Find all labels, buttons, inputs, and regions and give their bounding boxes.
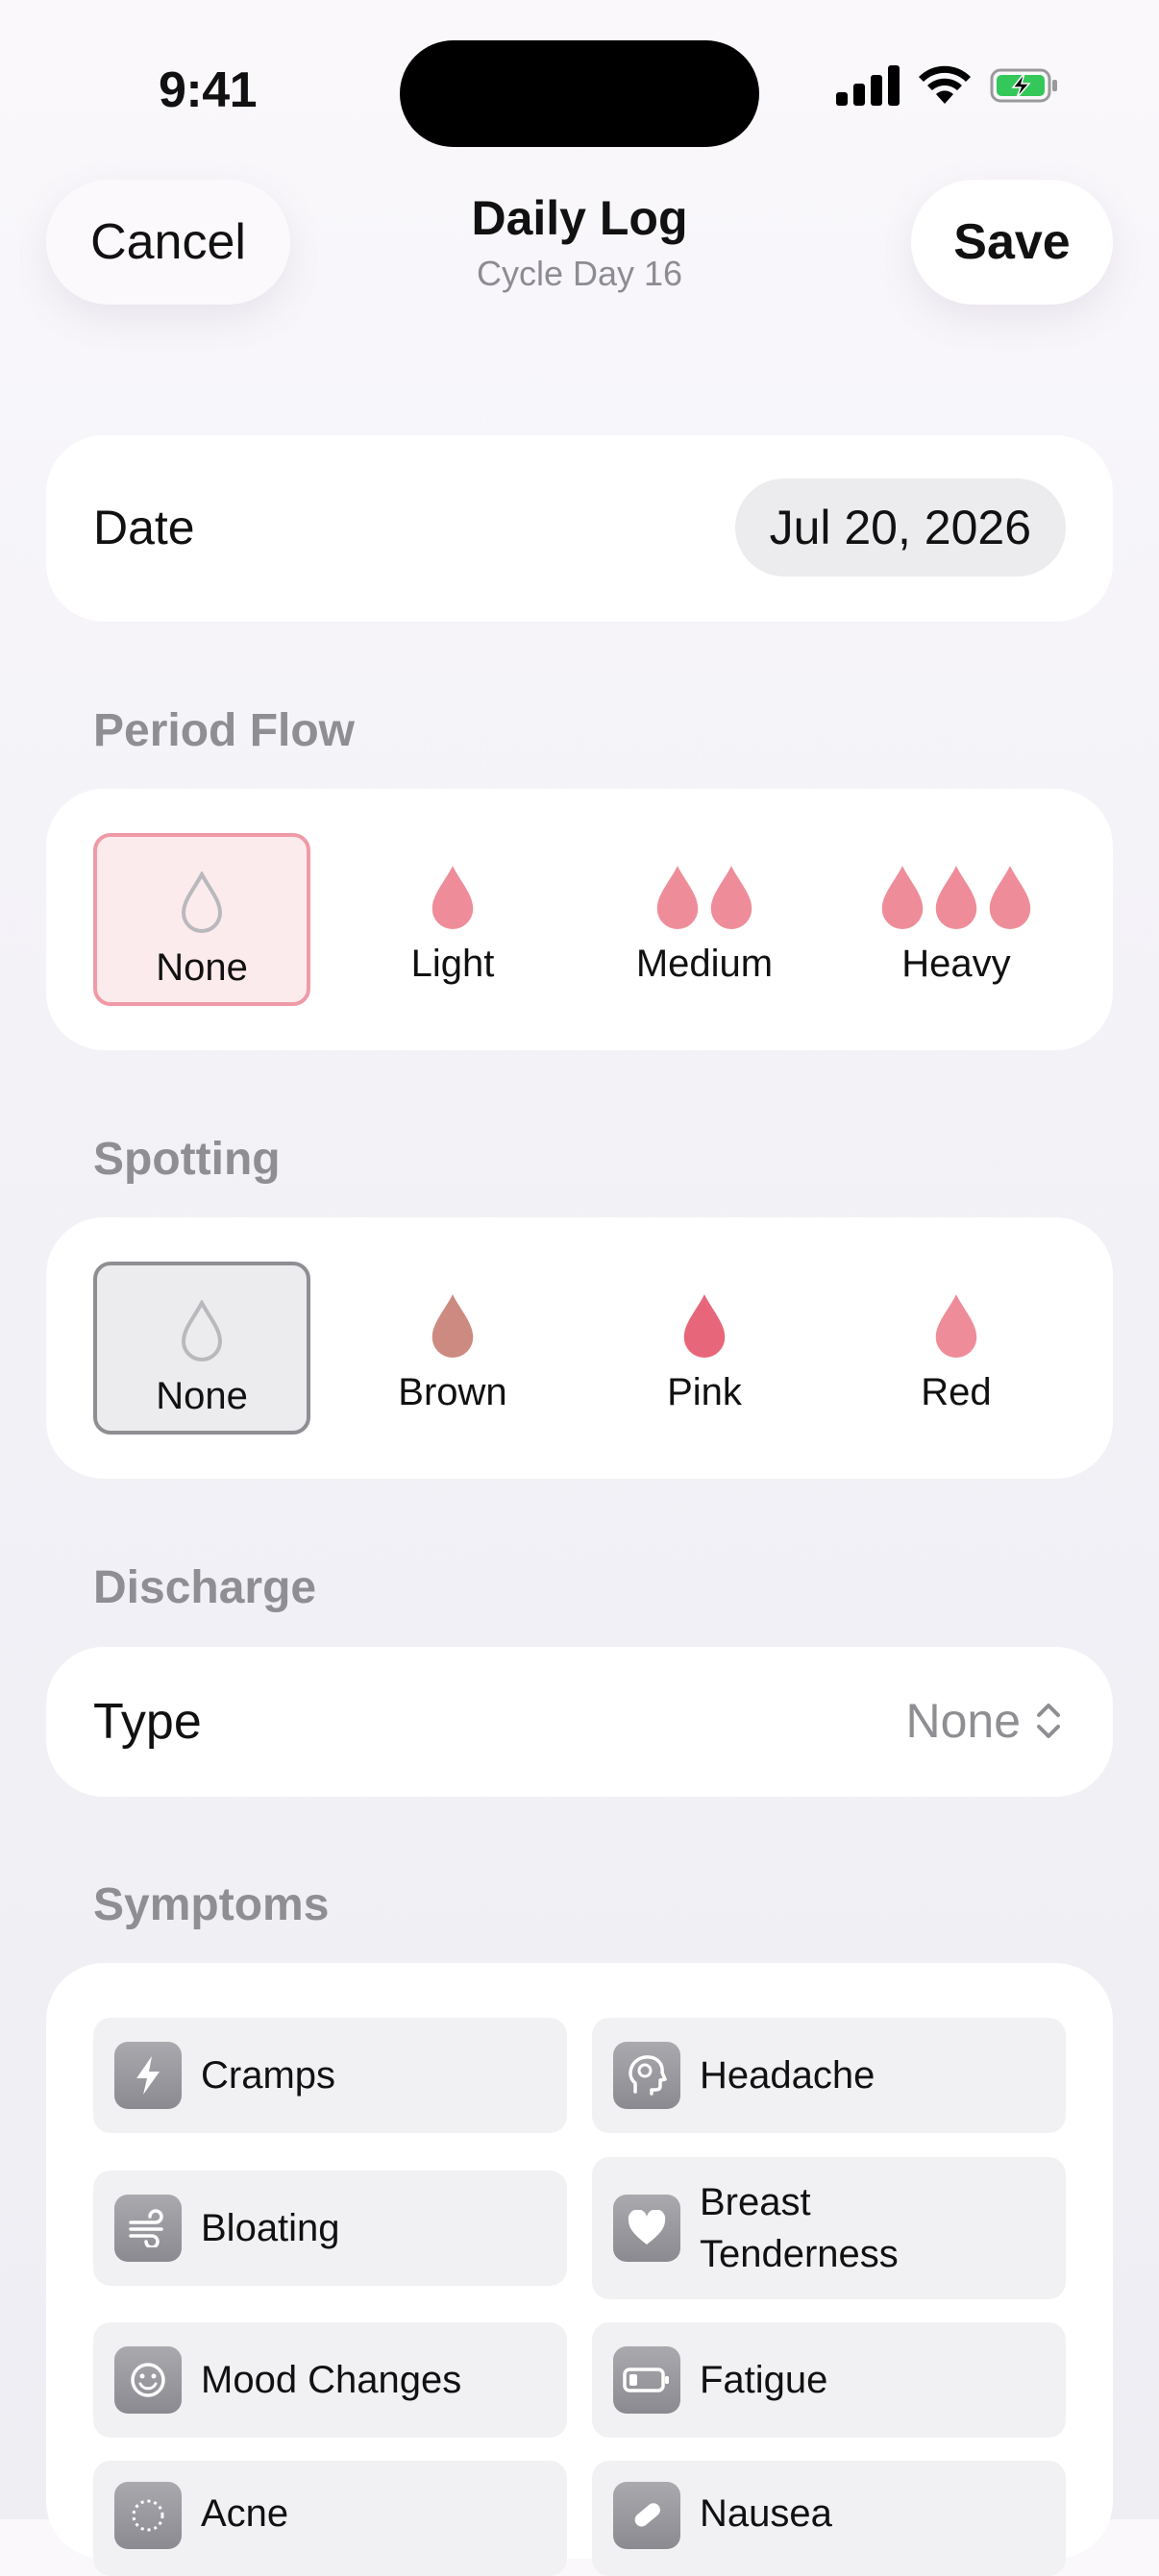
- flow-option-heavy[interactable]: Heavy: [848, 833, 1065, 1006]
- symptom-label: Bloating: [201, 2207, 340, 2249]
- discharge-type-label: Type: [93, 1694, 202, 1750]
- discharge-type-value: None: [905, 1694, 1021, 1748]
- three-drops-icon: [879, 858, 1033, 929]
- date-label: Date: [93, 501, 195, 554]
- symptom-label: Breast Tenderness: [700, 2181, 899, 2275]
- wind-icon: [114, 2195, 182, 2262]
- drop-icon: [432, 1294, 474, 1358]
- drop-outline-icon: [181, 1300, 223, 1362]
- battery-charging-icon: [990, 68, 1057, 103]
- spotting-option-pink[interactable]: Pink: [596, 1262, 813, 1435]
- spotting-option-red[interactable]: Red: [848, 1262, 1065, 1435]
- symptom-nausea[interactable]: Nausea: [592, 2461, 1066, 2576]
- bolt-icon: [114, 2042, 182, 2109]
- date-picker-button[interactable]: Jul 20, 2026: [734, 478, 1066, 577]
- spotting-option-none[interactable]: None: [93, 1262, 310, 1435]
- chevron-up-down-icon: [1037, 1704, 1060, 1738]
- symptom-fatigue[interactable]: Fatigue: [592, 2322, 1066, 2438]
- spotting-option-brown[interactable]: Brown: [344, 1262, 561, 1435]
- dynamic-island: [400, 40, 759, 147]
- low-battery-icon: [613, 2346, 680, 2414]
- symptom-bloating[interactable]: Bloating: [93, 2171, 567, 2286]
- discharge-type-select[interactable]: None: [905, 1693, 1063, 1749]
- drop-outline-icon: [181, 871, 223, 933]
- symptom-headache[interactable]: Headache: [592, 2018, 1066, 2133]
- symptom-label: Fatigue: [700, 2359, 828, 2401]
- brain-head-icon: [613, 2042, 680, 2109]
- drop-icon: [432, 866, 474, 929]
- spotting-option-label: Red: [921, 1371, 992, 1413]
- cellular-signal-icon: [836, 65, 900, 106]
- save-button[interactable]: Save: [911, 180, 1113, 305]
- symptom-breast-tenderness[interactable]: Breast Tenderness: [592, 2157, 1066, 2299]
- spotting-option-label: None: [156, 1375, 248, 1417]
- flow-option-medium[interactable]: Medium: [596, 833, 813, 1006]
- symptom-label: Headache: [700, 2054, 875, 2097]
- symptom-label: Mood Changes: [201, 2359, 462, 2401]
- wifi-icon: [919, 65, 971, 104]
- symptom-label: Nausea: [700, 2492, 832, 2535]
- heart-icon: [613, 2195, 680, 2262]
- flow-option-label: Light: [410, 943, 495, 985]
- drop-icon: [935, 1294, 977, 1358]
- status-time: 9:41: [159, 62, 258, 118]
- dotted-circle-icon: [114, 2482, 182, 2549]
- flow-option-label: Heavy: [901, 943, 1011, 985]
- spotting-option-label: Pink: [667, 1371, 742, 1413]
- symptom-label: Acne: [201, 2492, 289, 2535]
- spotting-option-label: Brown: [398, 1371, 507, 1413]
- drop-icon: [683, 1294, 726, 1358]
- symptom-acne[interactable]: Acne: [93, 2461, 567, 2576]
- two-drops-icon: [654, 858, 754, 929]
- flow-option-label: None: [156, 946, 248, 989]
- discharge-heading: Discharge: [93, 1562, 317, 1613]
- flow-option-light[interactable]: Light: [344, 833, 561, 1006]
- flow-option-none[interactable]: None: [93, 833, 310, 1006]
- smiley-icon: [114, 2346, 182, 2414]
- symptom-cramps[interactable]: Cramps: [93, 2018, 567, 2133]
- pill-icon: [613, 2482, 680, 2549]
- symptoms-heading: Symptoms: [93, 1879, 330, 1930]
- symptom-mood-changes[interactable]: Mood Changes: [93, 2322, 567, 2438]
- spotting-heading: Spotting: [93, 1134, 281, 1185]
- status-icons: [836, 65, 1059, 106]
- flow-option-label: Medium: [635, 943, 774, 985]
- symptom-label: Cramps: [201, 2054, 336, 2097]
- period-flow-heading: Period Flow: [93, 705, 356, 756]
